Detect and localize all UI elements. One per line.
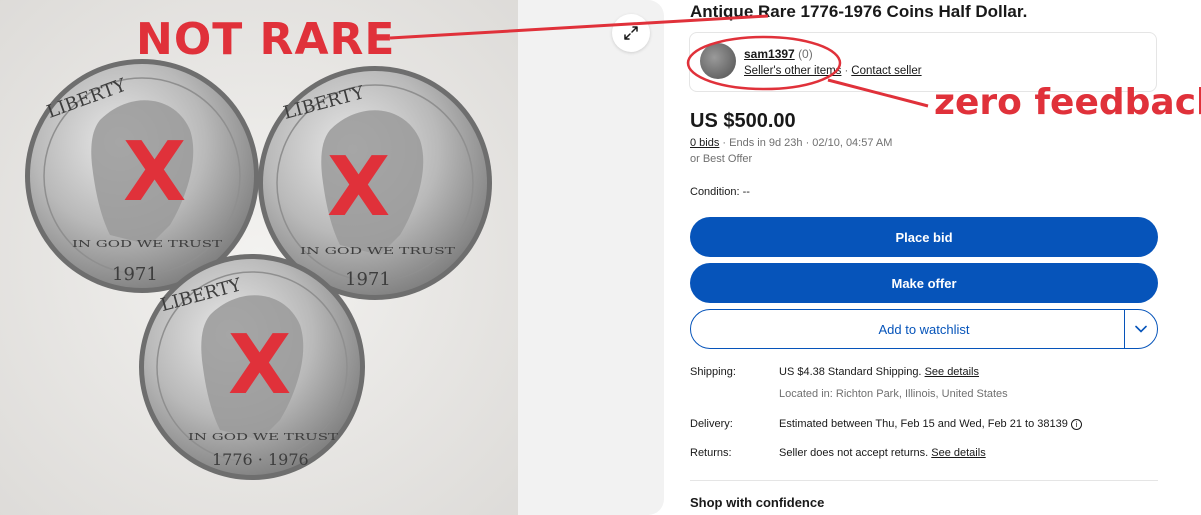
expand-arrows-icon xyxy=(624,26,638,40)
listing-photo[interactable]: IN GOD WE TRUST 1971 LIBERTY IN GOD WE T… xyxy=(0,0,518,515)
coin-3-date: 1776 · 1976 xyxy=(212,450,309,469)
red-x-mark-2: X xyxy=(327,140,390,235)
best-offer-text: or Best Offer xyxy=(690,153,753,165)
bids-line: 0 bids · Ends in 9d 23h · 02/10, 04:57 A… xyxy=(690,137,892,149)
red-x-mark-1: X xyxy=(123,125,186,220)
delivery-label: Delivery: xyxy=(690,418,733,430)
contact-seller-link[interactable]: Contact seller xyxy=(851,65,921,77)
bids-link[interactable]: 0 bids xyxy=(690,137,719,149)
returns-policy: Seller does not accept returns. xyxy=(779,447,929,459)
seller-name-row: sam1397 (0) xyxy=(744,47,813,61)
listing-title: Antique Rare 1776-1976 Coins Half Dollar… xyxy=(690,2,1028,21)
returns-see-details-link[interactable]: See details xyxy=(931,447,985,459)
condition-text: Condition: -- xyxy=(690,186,750,198)
listing-price: US $500.00 xyxy=(690,110,796,132)
coins-photo: IN GOD WE TRUST 1971 LIBERTY IN GOD WE T… xyxy=(0,0,518,515)
coin-1-motto-left: IN GOD WE TRUST xyxy=(72,240,222,250)
seller-feedback-count: (0) xyxy=(798,47,813,61)
shipping-cost: US $4.38 Standard Shipping. xyxy=(779,366,922,378)
seller-name-link[interactable]: sam1397 xyxy=(744,47,795,61)
chevron-down-icon xyxy=(1135,325,1147,333)
info-icon[interactable]: i xyxy=(1070,418,1082,430)
auction-end-time: · Ends in 9d 23h · 02/10, 04:57 AM xyxy=(719,137,893,149)
add-to-watchlist-button[interactable]: Add to watchlist xyxy=(690,309,1158,349)
shipping-label: Shipping: xyxy=(690,366,736,378)
coin-2-date: 1971 xyxy=(345,269,391,290)
seller-other-items-link[interactable]: Seller's other items xyxy=(744,65,841,77)
item-location: Located in: Richton Park, Illinois, Unit… xyxy=(779,388,1008,400)
seller-avatar[interactable] xyxy=(700,43,736,79)
returns-value: Seller does not accept returns. See deta… xyxy=(779,447,986,459)
seller-links-separator: · xyxy=(844,65,849,77)
expand-button[interactable] xyxy=(612,14,650,52)
coin-2-motto: IN GOD WE TRUST xyxy=(300,247,455,257)
watchlist-dropdown[interactable] xyxy=(1124,309,1158,349)
shipping-value: US $4.38 Standard Shipping. See details xyxy=(779,366,979,378)
not-rare-annotation: NOT RARE xyxy=(136,14,396,65)
delivery-estimate: Estimated between Thu, Feb 15 and Wed, F… xyxy=(779,418,1068,430)
zero-feedback-annotation: zero feedback xyxy=(934,82,1201,123)
coin-1-date: 1971 xyxy=(112,264,158,285)
delivery-value: Estimated between Thu, Feb 15 and Wed, F… xyxy=(779,418,1082,430)
coin-3-motto: IN GOD WE TRUST xyxy=(188,433,338,443)
make-offer-button[interactable]: Make offer xyxy=(690,263,1158,303)
gallery-gutter xyxy=(518,0,664,515)
seller-links: Seller's other items · Contact seller xyxy=(744,65,922,77)
shipping-see-details-link[interactable]: See details xyxy=(925,366,979,378)
red-x-mark-3: X xyxy=(228,318,291,413)
place-bid-button[interactable]: Place bid xyxy=(690,217,1158,257)
section-divider xyxy=(690,480,1158,481)
shop-with-confidence-heading: Shop with confidence xyxy=(690,495,825,510)
returns-label: Returns: xyxy=(690,447,732,459)
